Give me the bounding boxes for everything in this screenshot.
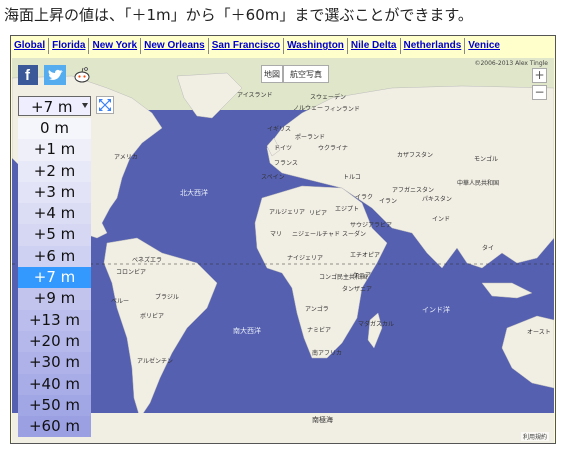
- sea-level-option[interactable]: +1 m: [18, 139, 91, 161]
- expand-icon: [99, 99, 111, 111]
- nav-link-nile-delta[interactable]: Nile Delta: [348, 38, 401, 54]
- sea-level-option[interactable]: +30 m: [18, 352, 91, 374]
- map-label: ノルウェー: [293, 105, 324, 112]
- location-nav: Global Florida New York New Orleans San …: [11, 36, 555, 57]
- sea-level-option[interactable]: +40 m: [18, 373, 91, 395]
- sea-level-select[interactable]: +7 m: [18, 96, 91, 116]
- nav-link-venice[interactable]: Venice: [465, 38, 503, 54]
- map-label: パキスタン: [422, 196, 452, 203]
- chevron-down-icon: [82, 103, 88, 108]
- map-label: スーダン: [342, 231, 367, 238]
- satellite-type-button[interactable]: 航空写真: [283, 65, 329, 83]
- ocean-label: インド洋: [422, 306, 450, 314]
- map-label: エジプト: [335, 206, 360, 213]
- ocean-label: 北大西洋: [180, 189, 208, 197]
- map-label: フィンランド: [324, 106, 360, 113]
- map-type-button[interactable]: 地図: [261, 65, 283, 83]
- map-label: タンザニア: [342, 286, 373, 293]
- fullscreen-button[interactable]: [96, 96, 114, 114]
- map-canvas: [12, 58, 554, 443]
- map-label: オースト: [527, 329, 551, 336]
- zoom-out-button[interactable]: −: [532, 85, 547, 100]
- sea-level-option[interactable]: +50 m: [18, 394, 91, 417]
- sea-level-option[interactable]: +2 m: [18, 160, 91, 182]
- nav-link-washington[interactable]: Washington: [284, 38, 348, 54]
- facebook-share-button[interactable]: f: [18, 65, 38, 85]
- map-label: アフガニスタン: [392, 187, 435, 194]
- map-label: イラク: [355, 194, 374, 201]
- nav-link-new-york[interactable]: New York: [89, 38, 142, 54]
- sea-level-option-selected[interactable]: +7 m: [18, 267, 91, 289]
- map-label: ニジェール: [292, 231, 323, 238]
- map-label: マダガスカル: [358, 321, 395, 328]
- antarctica-landmass: [12, 413, 554, 443]
- sea-level-option[interactable]: +9 m: [18, 288, 91, 310]
- sea-level-option[interactable]: +5 m: [18, 224, 91, 246]
- sea-level-selected-value: +7 m: [31, 98, 73, 116]
- ocean-label: 南極海: [312, 416, 333, 424]
- map-label: カザフスタン: [397, 152, 434, 159]
- map-label: アルジェリア: [269, 209, 305, 216]
- map-frame: Global Florida New York New Orleans San …: [10, 35, 556, 444]
- map-label: スウェーデン: [310, 94, 347, 101]
- map-label: イギリス: [267, 126, 292, 133]
- map-label: インド: [432, 216, 451, 223]
- zoom-in-button[interactable]: +: [532, 68, 547, 83]
- terms-link[interactable]: 利用規約: [520, 432, 549, 441]
- sea-level-option[interactable]: +60 m: [18, 416, 91, 438]
- map-label: サウジアラビア: [350, 222, 393, 229]
- nav-link-florida[interactable]: Florida: [49, 38, 90, 54]
- map-label: トルコ: [343, 174, 361, 181]
- map-label: 中華人民共和国: [457, 180, 500, 187]
- map-label: ケニア: [353, 272, 372, 279]
- twitter-share-button[interactable]: [44, 65, 66, 85]
- nav-link-san-francisco[interactable]: San Francisco: [209, 38, 285, 54]
- map-label: アルゼンチン: [137, 358, 173, 365]
- map-label: ペルー: [111, 298, 130, 305]
- map-label: リビア: [309, 210, 328, 217]
- map-label: エチオピア: [350, 252, 381, 259]
- map-label: アイスランド: [237, 92, 273, 99]
- map-label: イラン: [379, 198, 398, 205]
- nav-link-global[interactable]: Global: [11, 38, 50, 54]
- map-label: 南アフリカ: [312, 350, 343, 357]
- map-label: マリ: [270, 231, 283, 238]
- copyright-text: ©2006-2013 Alex Tingle: [474, 60, 548, 67]
- map-label: スペイン: [261, 174, 285, 181]
- reddit-icon: [74, 67, 90, 83]
- world-map[interactable]: ©2006-2013 Alex Tingle f 地図 航空写真 + − アイス…: [12, 58, 554, 443]
- sea-level-option[interactable]: +6 m: [18, 245, 91, 268]
- map-label: フランス: [274, 160, 298, 167]
- reddit-share-button[interactable]: [71, 65, 93, 85]
- nav-link-new-orleans[interactable]: New Orleans: [141, 38, 209, 54]
- twitter-icon: [48, 69, 63, 80]
- map-label: ドイツ: [274, 145, 293, 152]
- sea-level-dropdown: 0 m +1 m +2 m +3 m +4 m +5 m +6 m +7 m +…: [18, 118, 91, 438]
- map-label: ベネズエラ: [132, 257, 163, 264]
- map-label: チャド: [322, 231, 340, 238]
- map-label: モンゴル: [474, 156, 499, 163]
- map-label: タイ: [482, 245, 495, 252]
- sea-level-option[interactable]: +4 m: [18, 203, 91, 225]
- map-label: ウクライナ: [318, 145, 348, 152]
- map-label: アンゴラ: [305, 306, 329, 313]
- map-label: ナミビア: [307, 327, 332, 334]
- map-label: ナイジェリア: [287, 255, 324, 262]
- sea-level-option[interactable]: 0 m: [18, 118, 91, 140]
- map-label: ポーランド: [295, 134, 326, 141]
- map-label: ボリビア: [140, 313, 165, 320]
- map-label: ブラジル: [155, 294, 179, 301]
- sea-level-option[interactable]: +13 m: [18, 309, 91, 331]
- caption-text: 海面上昇の値は、「＋1m」から「＋60m」まで選ぶことができます。: [4, 6, 473, 24]
- map-label: アメリカ: [114, 154, 138, 161]
- map-label: コロンビア: [116, 269, 147, 276]
- nav-link-netherlands[interactable]: Netherlands: [401, 38, 466, 54]
- facebook-icon: f: [25, 67, 30, 84]
- sea-level-option[interactable]: +3 m: [18, 181, 91, 204]
- ocean-label: 南大西洋: [233, 327, 261, 335]
- sea-level-option[interactable]: +20 m: [18, 330, 91, 353]
